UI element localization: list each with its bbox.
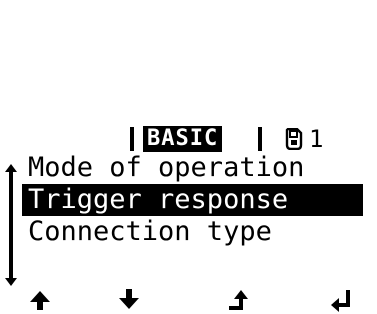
enter-icon[interactable] [330, 288, 354, 312]
memory-card-icon [285, 128, 303, 150]
status-header: BASIC 1 [0, 125, 377, 155]
arrow-up-icon[interactable] [28, 288, 52, 312]
display-screen: BASIC 1 Mode of operation Trigger respon… [0, 0, 377, 314]
scrollbar[interactable] [4, 164, 18, 286]
softkey-bar [0, 288, 377, 314]
header-divider-left [130, 127, 134, 151]
menu-list: Mode of operation Trigger response Conne… [22, 152, 377, 248]
scroll-down-arrow-icon [5, 278, 17, 286]
page-number: 1 [309, 125, 324, 153]
menu-item-connection-type[interactable]: Connection type [26, 216, 377, 248]
menu-item-mode-of-operation[interactable]: Mode of operation [26, 152, 377, 184]
scroll-up-arrow-icon [5, 164, 17, 172]
menu-item-label: Connection type [28, 216, 272, 247]
menu-item-label: Mode of operation [28, 152, 305, 183]
scroll-track [9, 172, 13, 278]
mode-badge: BASIC [143, 126, 223, 152]
header-divider-right [258, 127, 262, 151]
menu-item-trigger-response[interactable]: Trigger response [22, 184, 363, 216]
return-up-icon[interactable] [227, 288, 251, 312]
arrow-down-icon[interactable] [117, 288, 141, 312]
menu-item-label: Trigger response [28, 184, 289, 215]
